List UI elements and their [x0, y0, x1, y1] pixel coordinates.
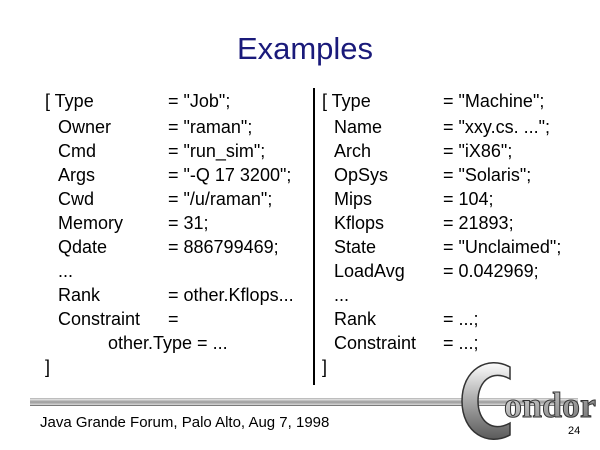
job-ellipsis: ... [58, 261, 74, 281]
machine-attr-constraint: Constraint [334, 333, 417, 353]
machine-attr-type: [ Type [322, 91, 371, 111]
machine-attr-loadavg: LoadAvg [334, 261, 405, 281]
job-value-type: = "Job"; [168, 91, 231, 111]
job-attr-constraint: Constraint [58, 309, 141, 329]
machine-value-arch: = "iX86"; [443, 141, 513, 161]
job-attr-cwd: Cwd [58, 189, 95, 209]
column-divider [313, 88, 315, 385]
job-value-cwd: = "/u/raman"; [168, 189, 273, 209]
job-value-rank: = other.Kflops... [168, 285, 294, 305]
job-close-bracket: ] [45, 357, 51, 377]
job-value-args: = "-Q 17 3200"; [168, 165, 292, 185]
machine-attr-kflops: Kflops [334, 213, 385, 233]
job-value-memory: = 31; [168, 213, 209, 233]
machine-attr-state: State [334, 237, 377, 257]
machine-attr-arch: Arch [334, 141, 372, 161]
svg-text:ondor: ondor [504, 385, 596, 425]
machine-value-mips: = 104; [443, 189, 494, 209]
machine-value-kflops: = 21893; [443, 213, 514, 233]
job-attr-qdate: Qdate [58, 237, 108, 257]
machine-value-loadavg: = 0.042969; [443, 261, 539, 281]
job-attr-owner: Owner [58, 117, 112, 137]
job-attr-rank: Rank [58, 285, 101, 305]
machine-value-constraint: = ...; [443, 333, 479, 353]
machine-value-type: = "Machine"; [443, 91, 545, 111]
slide-title: Examples [236, 31, 374, 66]
footer-text: Java Grande Forum, Palo Alto, Aug 7, 199… [40, 414, 330, 431]
job-attr-args: Args [58, 165, 96, 185]
machine-value-opsys: = "Solaris"; [443, 165, 532, 185]
machine-value-name: = "xxy.cs. ..."; [443, 117, 550, 137]
job-value-owner: = "raman"; [168, 117, 253, 137]
machine-attr-name: Name [334, 117, 383, 137]
machine-attr-opsys: OpSys [334, 165, 389, 185]
job-attr-cmd: Cmd [58, 141, 97, 161]
machine-close-bracket: ] [322, 357, 328, 377]
machine-attr-mips: Mips [334, 189, 373, 209]
job-value-constraint: = [168, 309, 179, 329]
job-value-cmd: = "run_sim"; [168, 141, 266, 161]
job-attr-memory: Memory [58, 213, 124, 233]
machine-attr-rank: Rank [334, 309, 377, 329]
machine-ellipsis: ... [334, 285, 350, 305]
condor-logo: ondor [461, 362, 597, 440]
job-attr-type: [ Type [45, 91, 94, 111]
job-value-constraint-cont: other.Type = ... [108, 333, 228, 353]
machine-value-state: = "Unclaimed"; [443, 237, 562, 257]
job-value-qdate: = 886799469; [168, 237, 279, 257]
machine-value-rank: = ...; [443, 309, 479, 329]
